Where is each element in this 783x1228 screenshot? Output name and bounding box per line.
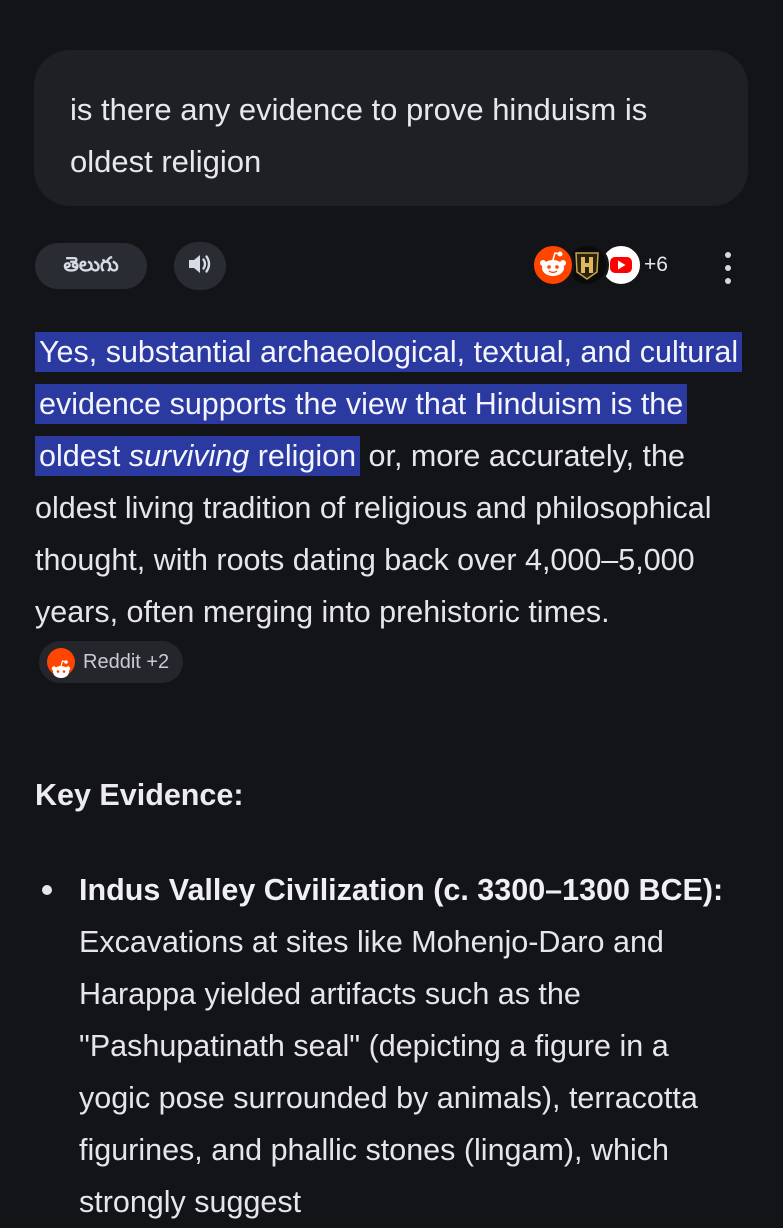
emphasis-text: surviving [128,439,250,473]
list-item-body: Excavations at sites like Mohenjo-Daro a… [79,925,698,1219]
citation-chip[interactable]: Reddit +2 [39,640,184,683]
list-item-title: Indus Valley Civilization (c. 3300–1300 … [79,873,724,907]
user-query-text: is there any evidence to prove hinduism … [70,92,648,179]
citation-label: Reddit +2 [83,650,170,673]
language-chip[interactable]: తెలుగు [35,243,147,289]
user-query-bubble: is there any evidence to prove hinduism … [34,50,748,206]
reddit-icon [47,647,75,678]
sources-button[interactable]: +6 [531,243,681,289]
list-item-text: Indus Valley Civilization (c. 3300–1300 … [79,864,739,1228]
section-heading: Key Evidence: [35,778,244,812]
language-label: తెలుగు [63,251,119,276]
more-options-button[interactable] [718,250,738,286]
answer-paragraph: Yes, substantial archaeological, textual… [35,326,747,690]
bullet-icon [42,885,52,895]
speaker-icon [187,252,213,281]
reddit-icon [531,243,575,287]
sources-count: +6 [644,253,668,276]
read-aloud-button[interactable] [174,242,226,290]
